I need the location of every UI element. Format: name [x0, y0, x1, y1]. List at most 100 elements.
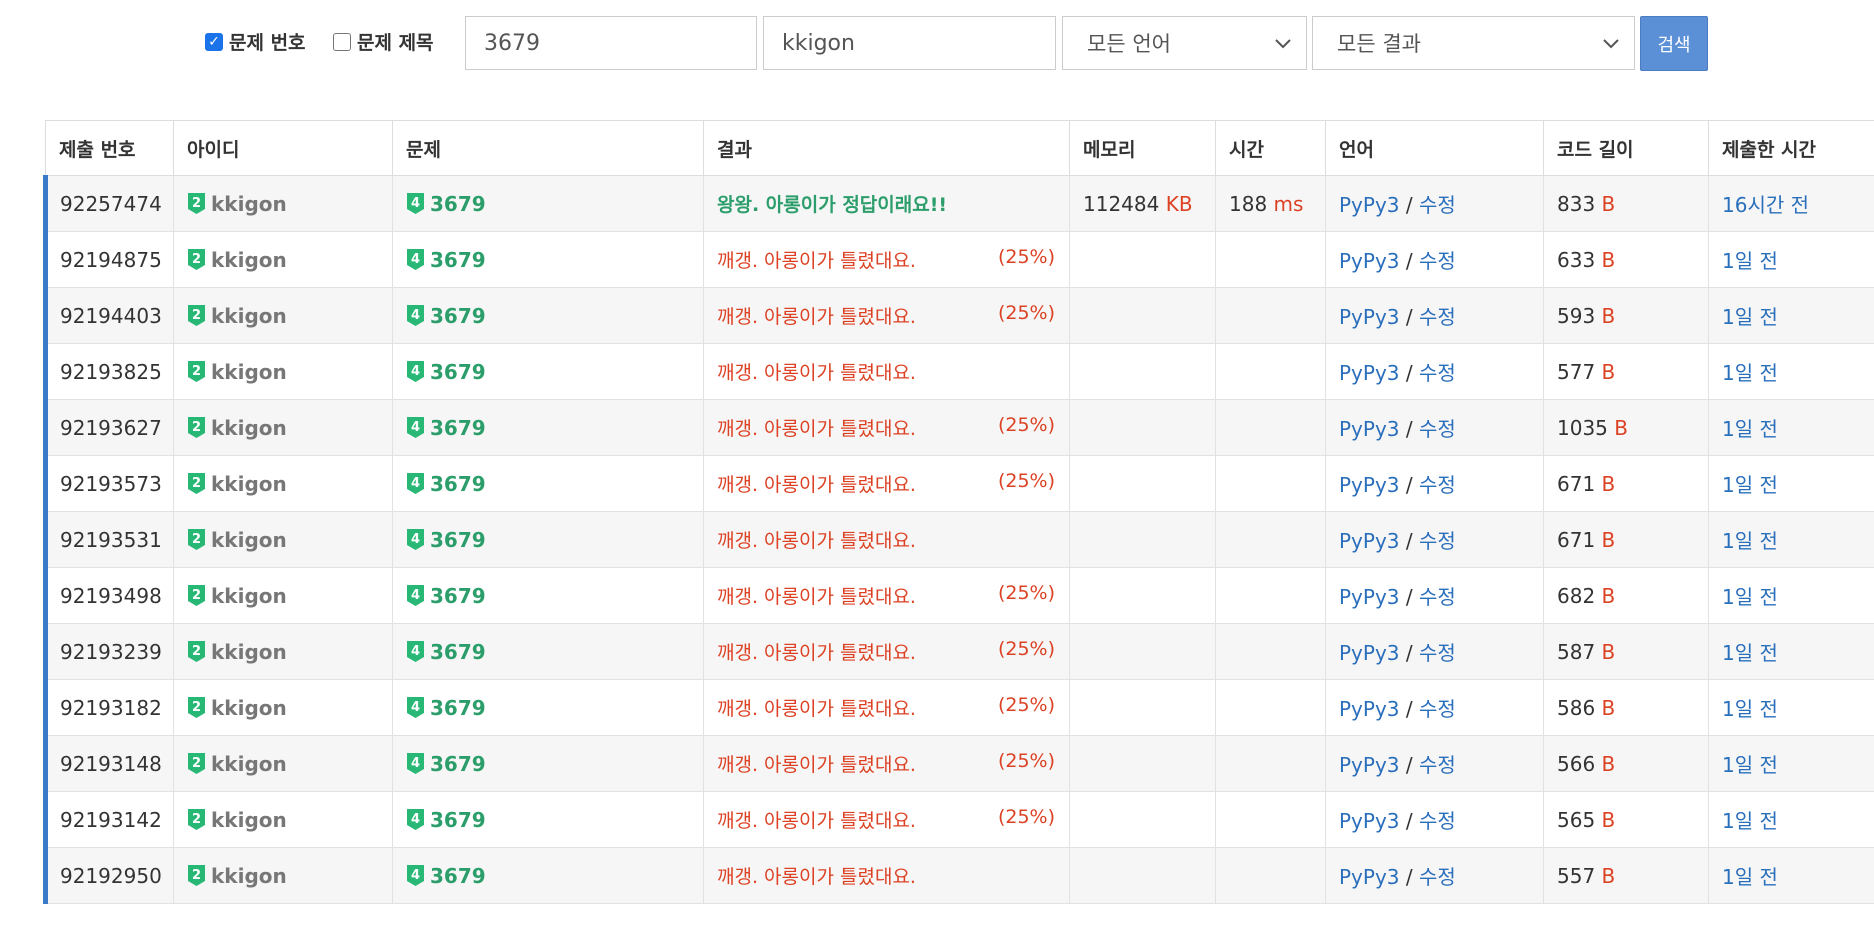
problem-link[interactable]: 4 3679 — [406, 584, 703, 608]
checkmark-icon[interactable]: ✓ — [205, 32, 223, 51]
submission-id: 92193573 — [43, 455, 174, 512]
submitted-time-cell: 1일 전 — [1708, 231, 1874, 288]
language-link[interactable]: PyPy3 — [1339, 417, 1400, 441]
language-link[interactable]: PyPy3 — [1339, 697, 1400, 721]
language-link[interactable]: PyPy3 — [1339, 361, 1400, 385]
user-search-input[interactable]: kkigon — [763, 16, 1056, 70]
problem-link[interactable]: 4 3679 — [406, 416, 703, 440]
tier-badge-icon: 2 — [188, 305, 205, 326]
language-link[interactable]: PyPy3 — [1339, 249, 1400, 273]
problem-number-label: 문제 번호 — [229, 32, 306, 54]
problem-link[interactable]: 4 3679 — [406, 248, 703, 272]
user-id: kkigon — [211, 415, 287, 440]
user-link[interactable]: 2 kkigon — [187, 808, 392, 832]
problem-link[interactable]: 4 3679 — [406, 360, 703, 384]
language-link[interactable]: PyPy3 — [1339, 809, 1400, 833]
language-link[interactable]: PyPy3 — [1339, 305, 1400, 329]
user-link[interactable]: 2 kkigon — [187, 192, 392, 216]
submitted-time-link[interactable]: 1일 전 — [1722, 697, 1778, 721]
submitted-time-link[interactable]: 1일 전 — [1722, 753, 1778, 777]
edit-link[interactable]: 수정 — [1419, 641, 1456, 665]
user-link[interactable]: 2 kkigon — [187, 304, 392, 328]
user-link[interactable]: 2 kkigon — [187, 696, 392, 720]
problem-title-checkbox[interactable]: 문제 제목 — [333, 28, 434, 55]
submitted-time-link[interactable]: 1일 전 — [1722, 417, 1778, 441]
problem-cell: 4 3679 — [392, 791, 704, 848]
language-select[interactable]: 모든 언어 — [1062, 16, 1307, 70]
language-link[interactable]: PyPy3 — [1339, 473, 1400, 497]
problem-link[interactable]: 4 3679 — [406, 192, 703, 216]
user-link[interactable]: 2 kkigon — [187, 864, 392, 888]
edit-link[interactable]: 수정 — [1419, 585, 1456, 609]
submitted-time-link[interactable]: 1일 전 — [1722, 529, 1778, 553]
user-link[interactable]: 2 kkigon — [187, 640, 392, 664]
submitted-time-link[interactable]: 1일 전 — [1722, 865, 1778, 889]
memory-cell — [1069, 455, 1216, 512]
search-button[interactable]: 검색 — [1640, 16, 1708, 71]
edit-link[interactable]: 수정 — [1419, 249, 1456, 273]
edit-link[interactable]: 수정 — [1419, 529, 1456, 553]
memory-cell — [1069, 287, 1216, 344]
user-link[interactable]: 2 kkigon — [187, 528, 392, 552]
problem-link[interactable]: 4 3679 — [406, 696, 703, 720]
language-link[interactable]: PyPy3 — [1339, 865, 1400, 889]
language-link[interactable]: PyPy3 — [1339, 753, 1400, 777]
code-length-unit: B — [1601, 247, 1616, 272]
language-link[interactable]: PyPy3 — [1339, 585, 1400, 609]
svg-text:4: 4 — [411, 308, 420, 323]
submitted-time-link[interactable]: 16시간 전 — [1722, 193, 1809, 217]
edit-link[interactable]: 수정 — [1419, 865, 1456, 889]
tier-badge-icon: 2 — [188, 193, 205, 214]
result-text: 깨갱. 아롱이가 틀렸대요. — [717, 866, 916, 888]
result-select[interactable]: 모든 결과 — [1312, 16, 1635, 70]
problem-link[interactable]: 4 3679 — [406, 808, 703, 832]
problem-link[interactable]: 4 3679 — [406, 864, 703, 888]
submission-id: 92194403 — [43, 287, 174, 344]
edit-link[interactable]: 수정 — [1419, 809, 1456, 833]
user-link[interactable]: 2 kkigon — [187, 584, 392, 608]
edit-link[interactable]: 수정 — [1419, 473, 1456, 497]
problem-link[interactable]: 4 3679 — [406, 304, 703, 328]
submitted-time-link[interactable]: 1일 전 — [1722, 585, 1778, 609]
submitted-time-link[interactable]: 1일 전 — [1722, 249, 1778, 273]
user-link[interactable]: 2 kkigon — [187, 248, 392, 272]
edit-link[interactable]: 수정 — [1419, 417, 1456, 441]
checkbox-icon[interactable] — [333, 32, 351, 51]
submitted-time-link[interactable]: 1일 전 — [1722, 809, 1778, 833]
language-link[interactable]: PyPy3 — [1339, 193, 1400, 217]
user-link[interactable]: 2 kkigon — [187, 416, 392, 440]
time-cell — [1215, 623, 1326, 680]
code-length-cell: 587 B — [1543, 623, 1709, 680]
submitted-time-link[interactable]: 1일 전 — [1722, 641, 1778, 665]
user-cell: 2 kkigon — [173, 231, 393, 288]
user-link[interactable]: 2 kkigon — [187, 472, 392, 496]
tier-badge-icon: 2 — [188, 249, 205, 270]
edit-link[interactable]: 수정 — [1419, 305, 1456, 329]
code-length-unit: B — [1601, 639, 1616, 664]
problem-link[interactable]: 4 3679 — [406, 472, 703, 496]
submitted-time-link[interactable]: 1일 전 — [1722, 305, 1778, 329]
problem-search-input[interactable]: 3679 — [465, 16, 757, 70]
problem-link[interactable]: 4 3679 — [406, 640, 703, 664]
edit-link[interactable]: 수정 — [1419, 753, 1456, 777]
problem-number-checkbox[interactable]: ✓ 문제 번호 — [205, 28, 306, 55]
language-link[interactable]: PyPy3 — [1339, 529, 1400, 553]
result-select-value: 모든 결과 — [1337, 32, 1421, 56]
problem-id: 3679 — [430, 583, 486, 608]
edit-link[interactable]: 수정 — [1419, 193, 1456, 217]
submission-id: 92193182 — [43, 679, 174, 736]
user-cell: 2 kkigon — [173, 847, 393, 904]
edit-link[interactable]: 수정 — [1419, 361, 1456, 385]
code-length-unit: B — [1614, 415, 1628, 440]
user-link[interactable]: 2 kkigon — [187, 360, 392, 384]
language-link[interactable]: PyPy3 — [1339, 641, 1400, 665]
result-cell: 깨갱. 아롱이가 틀렸대요. (25%) — [703, 679, 1070, 736]
edit-link[interactable]: 수정 — [1419, 697, 1456, 721]
submitted-time-link[interactable]: 1일 전 — [1722, 361, 1778, 385]
problem-link[interactable]: 4 3679 — [406, 528, 703, 552]
submitted-time-link[interactable]: 1일 전 — [1722, 473, 1778, 497]
user-link[interactable]: 2 kkigon — [187, 752, 392, 776]
problem-link[interactable]: 4 3679 — [406, 752, 703, 776]
user-cell: 2 kkigon — [173, 623, 393, 680]
language-separator: / — [1405, 473, 1413, 497]
